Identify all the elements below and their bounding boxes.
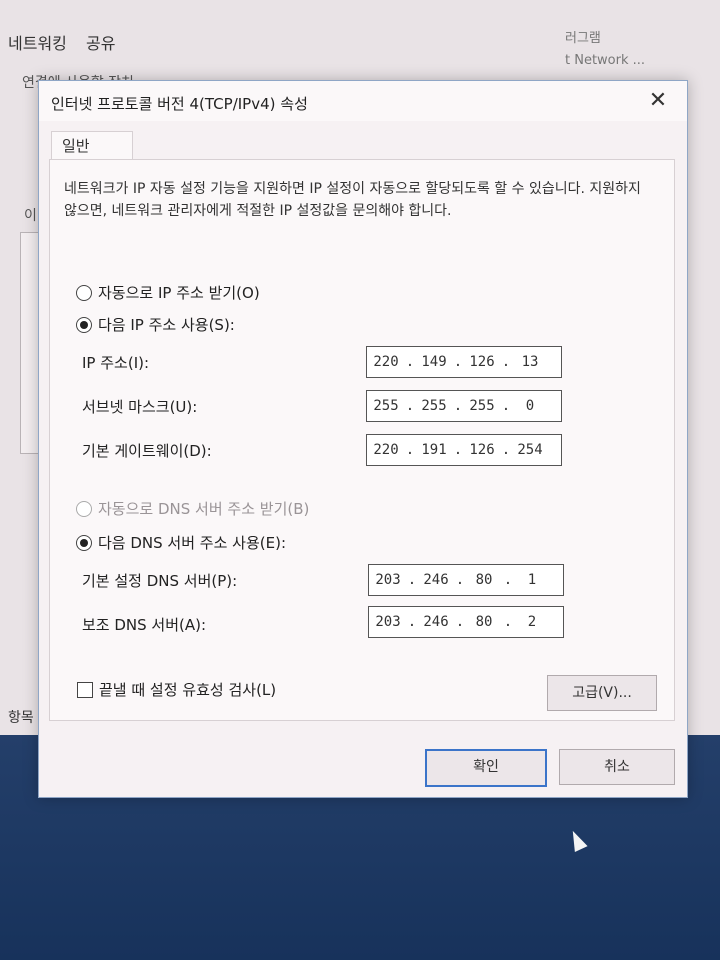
radio-auto-ip-indicator[interactable] [76, 284, 92, 301]
radio-auto-ip[interactable]: 자동으로 IP 주소 받기(O) [76, 282, 260, 303]
validate-checkbox-box[interactable] [77, 681, 93, 698]
dns-pref-octet-1[interactable]: 203 [369, 572, 407, 588]
gateway-octet-4[interactable]: 254 [511, 442, 549, 458]
radio-auto-dns-indicator[interactable] [76, 500, 92, 517]
dns-alt-octet-3[interactable]: 80 [465, 614, 503, 630]
dns-alt-octet-1[interactable]: 203 [369, 614, 407, 630]
radio-manual-ip-label: 다음 IP 주소 사용(S): [98, 316, 235, 334]
ip-address-label: IP 주소(I): [82, 354, 150, 372]
radio-auto-dns-label: 자동으로 DNS 서버 주소 받기(B) [98, 500, 310, 518]
preferred-dns-label: 기본 설정 DNS 서버(P): [82, 572, 238, 590]
dns-pref-octet-4[interactable]: 1 [513, 572, 551, 588]
dialog-title: 인터넷 프로토콜 버전 4(TCP/IPv4) 속성 [51, 95, 308, 113]
ip-octet-2[interactable]: 149 [415, 354, 453, 370]
tab-networking[interactable]: 네트워킹 [8, 34, 67, 53]
default-gateway-field[interactable]: 220. 191. 126. 254 [366, 434, 562, 466]
subnet-octet-2[interactable]: 255 [415, 398, 453, 414]
alternate-dns-label: 보조 DNS 서버(A): [82, 616, 207, 634]
radio-manual-dns-label: 다음 DNS 서버 주소 사용(E): [98, 534, 287, 552]
radio-manual-dns-indicator[interactable] [76, 534, 92, 551]
subnet-octet-1[interactable]: 255 [367, 398, 405, 414]
cancel-button[interactable]: 취소 [559, 749, 675, 785]
subnet-mask-label: 서브넷 마스크(U): [82, 398, 198, 416]
subnet-mask-field[interactable]: 255. 255. 255. 0 [366, 390, 562, 422]
ip-address-field[interactable]: 220. 149. 126. 13 [366, 346, 562, 378]
dns-pref-octet-2[interactable]: 246 [417, 572, 455, 588]
parent-description-label: 항목 [8, 710, 34, 726]
gateway-octet-3[interactable]: 126 [463, 442, 501, 458]
validate-on-exit-checkbox[interactable]: 끝낼 때 설정 유효성 검사(L) [77, 679, 276, 700]
preferred-dns-field[interactable]: 203. 246. 80. 1 [368, 564, 564, 596]
dns-pref-octet-3[interactable]: 80 [465, 572, 503, 588]
parent-adapter-info: 러그램 t Network ... [565, 28, 645, 72]
advanced-button[interactable]: 고급(V)... [547, 675, 657, 711]
tab-general[interactable]: 일반 [51, 131, 133, 160]
radio-manual-ip[interactable]: 다음 IP 주소 사용(S): [76, 314, 235, 335]
ipv4-properties-dialog: 인터넷 프로토콜 버전 4(TCP/IPv4) 속성 ✕ 일반 네트워크가 IP… [38, 80, 688, 798]
ip-octet-4[interactable]: 13 [511, 354, 549, 370]
radio-auto-dns[interactable]: 자동으로 DNS 서버 주소 받기(B) [76, 498, 309, 519]
radio-manual-dns[interactable]: 다음 DNS 서버 주소 사용(E): [76, 532, 286, 553]
gateway-octet-1[interactable]: 220 [367, 442, 405, 458]
tab-sharing[interactable]: 공유 [86, 34, 115, 53]
parent-tabs: 네트워킹 공유 [8, 30, 129, 54]
description-text: 네트워크가 IP 자동 설정 기능을 지원하면 IP 설정이 자동으로 할당되도… [64, 181, 641, 219]
radio-manual-ip-indicator[interactable] [76, 316, 92, 333]
dns-alt-octet-2[interactable]: 246 [417, 614, 455, 630]
ip-octet-3[interactable]: 126 [463, 354, 501, 370]
subnet-octet-3[interactable]: 255 [463, 398, 501, 414]
general-panel: 네트워크가 IP 자동 설정 기능을 지원하면 IP 설정이 자동으로 할당되도… [49, 159, 675, 721]
alternate-dns-field[interactable]: 203. 246. 80. 2 [368, 606, 564, 638]
ip-octet-1[interactable]: 220 [367, 354, 405, 370]
subnet-octet-4[interactable]: 0 [511, 398, 549, 414]
dialog-titlebar[interactable]: 인터넷 프로토콜 버전 4(TCP/IPv4) 속성 ✕ [39, 81, 687, 121]
parent-adapter-line2: t Network ... [565, 53, 646, 68]
gateway-octet-2[interactable]: 191 [415, 442, 453, 458]
dns-alt-octet-4[interactable]: 2 [513, 614, 551, 630]
close-icon[interactable]: ✕ [643, 87, 673, 115]
radio-auto-ip-label: 자동으로 IP 주소 받기(O) [98, 284, 260, 302]
parent-items-label: 이 [24, 208, 37, 224]
parent-adapter-line1: 러그램 [565, 31, 601, 46]
validate-checkbox-label: 끝낼 때 설정 유효성 검사(L) [99, 681, 277, 699]
default-gateway-label: 기본 게이트웨이(D): [82, 442, 212, 460]
ok-button[interactable]: 확인 [425, 749, 547, 787]
